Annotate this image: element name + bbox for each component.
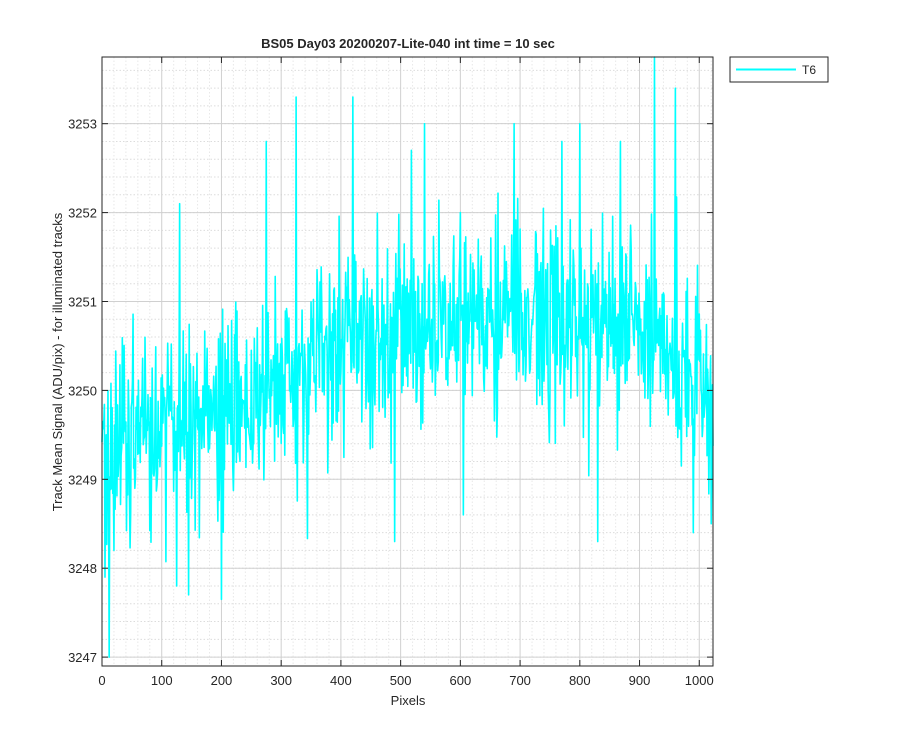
y-tick-label: 3251 [68, 294, 97, 309]
x-tick-label: 500 [390, 673, 412, 688]
x-tick-label: 400 [330, 673, 352, 688]
series-line-t6 [101, 56, 714, 658]
y-tick-label: 3249 [68, 472, 97, 487]
y-axis-label: Track Mean Signal (ADU/pix) - for illumi… [50, 212, 65, 511]
y-tick-label: 3247 [68, 650, 97, 665]
y-tick-label: 3252 [68, 206, 97, 221]
y-tick-label: 3248 [68, 561, 97, 576]
x-tick-label: 600 [450, 673, 472, 688]
y-tick-label: 3253 [68, 117, 97, 132]
chart: BS05 Day03 20200207-Lite-040 int time = … [50, 36, 829, 708]
y-tick-label: 3250 [68, 383, 97, 398]
legend-label-t6: T6 [802, 63, 816, 77]
x-tick-label: 200 [211, 673, 233, 688]
x-tick-label: 800 [569, 673, 591, 688]
x-tick-label: 0 [98, 673, 105, 688]
x-tick-label: 900 [629, 673, 651, 688]
x-tick-label: 300 [270, 673, 292, 688]
series-layer [101, 56, 714, 658]
x-axis-label: Pixels [391, 693, 426, 708]
x-tick-label: 100 [151, 673, 173, 688]
chart-title: BS05 Day03 20200207-Lite-040 int time = … [261, 36, 555, 51]
legend: T6 [729, 56, 829, 83]
x-tick-label: 1000 [685, 673, 714, 688]
x-tick-label: 700 [509, 673, 531, 688]
